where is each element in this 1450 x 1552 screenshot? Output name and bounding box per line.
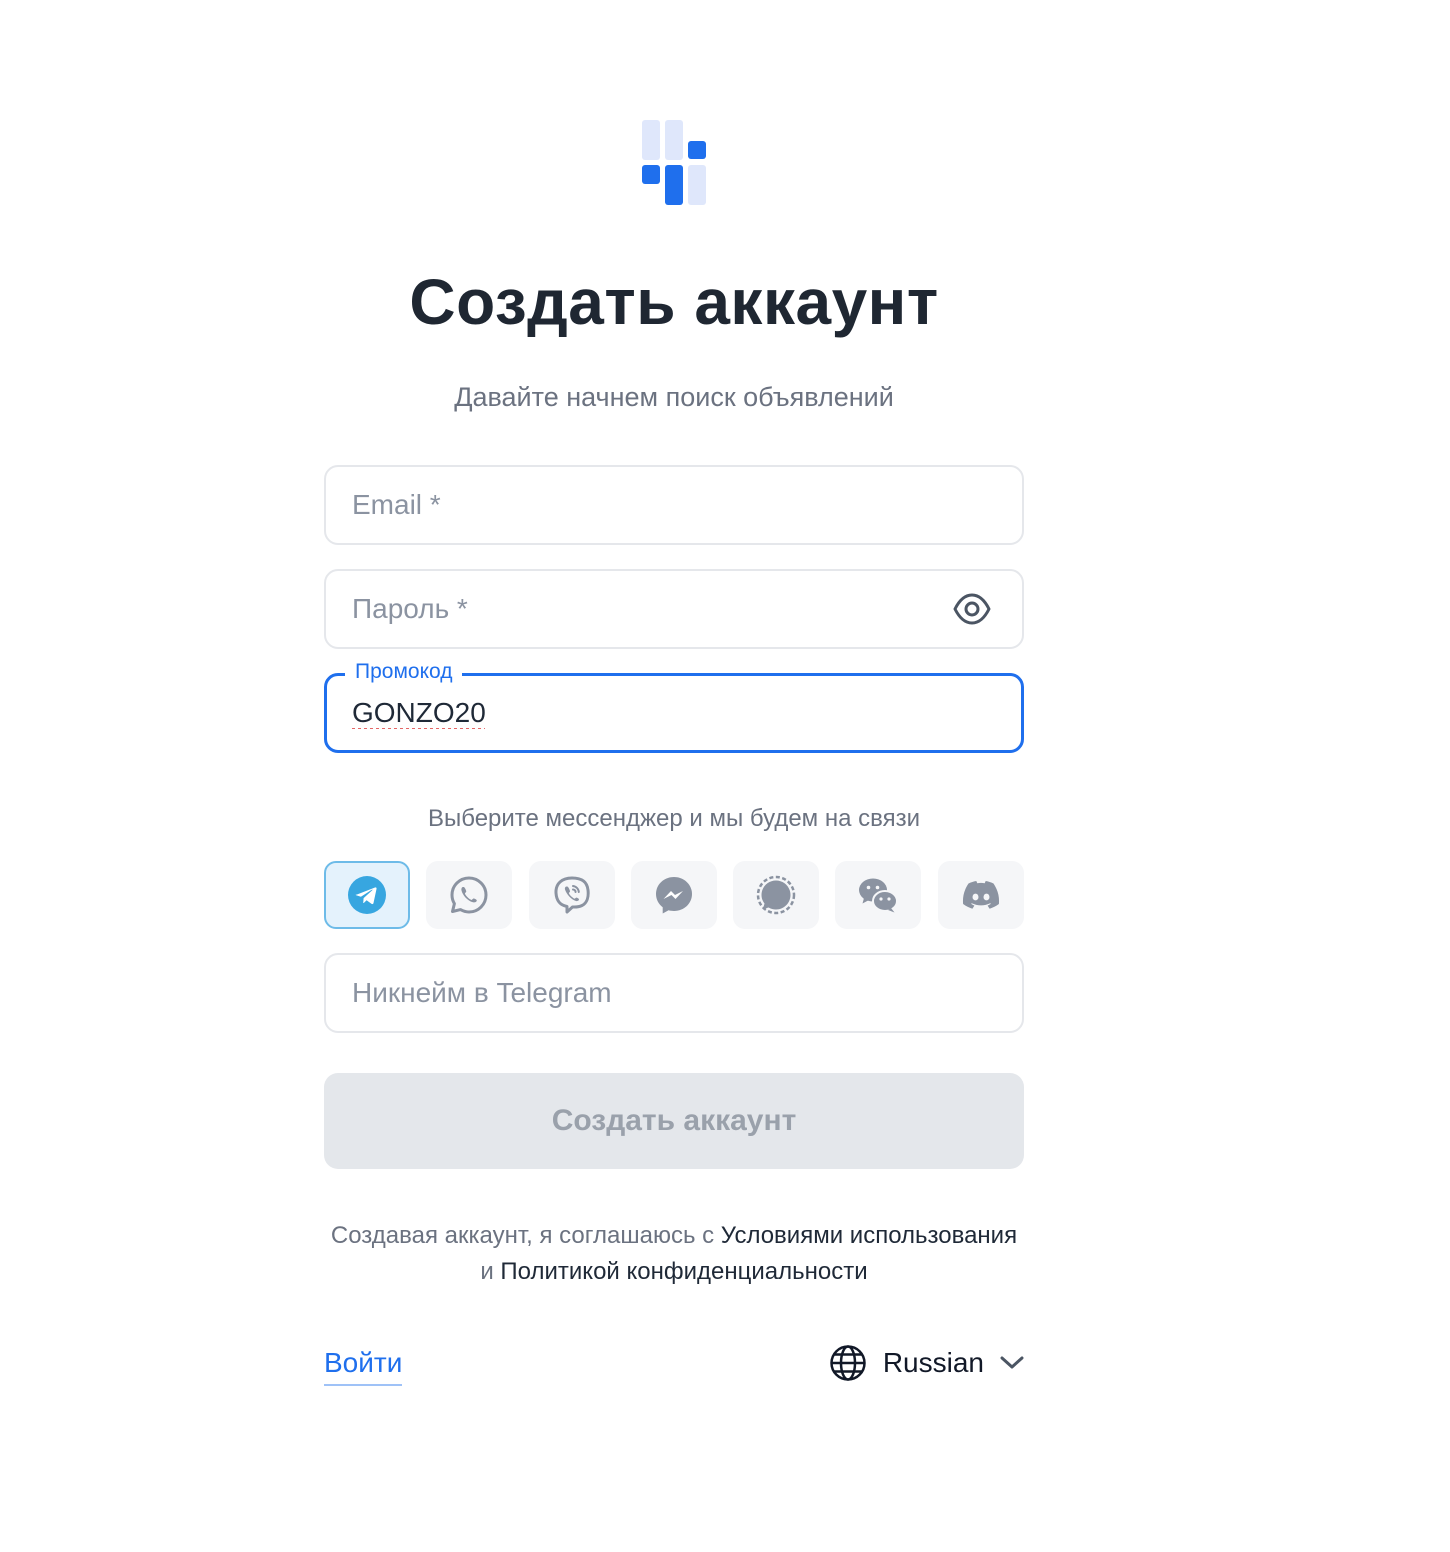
messenger-wechat-button[interactable] bbox=[835, 861, 921, 929]
login-link[interactable]: Войти bbox=[324, 1344, 403, 1386]
nickname-input[interactable] bbox=[352, 955, 932, 1031]
nickname-field bbox=[324, 953, 1024, 1033]
password-input[interactable] bbox=[352, 571, 932, 647]
app-logo bbox=[642, 120, 706, 205]
discord-icon bbox=[962, 881, 1000, 909]
viber-icon bbox=[554, 876, 590, 914]
chevron-down-icon bbox=[1000, 1356, 1024, 1369]
messenger-facebook-button[interactable] bbox=[631, 861, 717, 929]
messenger-telegram-button[interactable] bbox=[324, 861, 410, 929]
messenger-selector bbox=[324, 861, 1024, 929]
messenger-caption: Выберите мессенджер и мы будем на связи bbox=[427, 805, 921, 832]
whatsapp-icon bbox=[450, 876, 488, 914]
promo-input[interactable] bbox=[352, 676, 932, 750]
telegram-icon bbox=[348, 876, 386, 914]
email-input[interactable] bbox=[352, 467, 932, 543]
messenger-whatsapp-button[interactable] bbox=[426, 861, 512, 929]
promo-field: Промокод bbox=[324, 659, 1024, 753]
wechat-icon bbox=[859, 878, 898, 913]
terms-of-use-link[interactable]: Условиями использования bbox=[721, 1222, 1017, 1249]
messenger-signal-button[interactable] bbox=[733, 861, 819, 929]
terms-text: Создавая аккаунт, я соглашаюсь с Условия… bbox=[324, 1218, 1024, 1290]
page-title: Создать аккаунт bbox=[409, 266, 939, 338]
messenger-icon bbox=[656, 877, 692, 914]
globe-icon bbox=[830, 1345, 866, 1381]
terms-conjunction: и bbox=[480, 1258, 501, 1285]
messenger-viber-button[interactable] bbox=[529, 861, 615, 929]
eye-icon[interactable] bbox=[952, 591, 992, 627]
password-field bbox=[324, 569, 1024, 649]
email-field bbox=[324, 465, 1024, 545]
page-subtitle: Давайте начнем поиск объявлений bbox=[454, 382, 894, 412]
privacy-policy-link[interactable]: Политикой конфиденциальности bbox=[500, 1258, 867, 1285]
signal-icon bbox=[756, 875, 796, 915]
messenger-discord-button[interactable] bbox=[938, 861, 1024, 929]
language-selector[interactable]: Russian bbox=[829, 1343, 1024, 1383]
create-account-button[interactable]: Создать аккаунт bbox=[324, 1073, 1024, 1169]
terms-prefix: Создавая аккаунт, я соглашаюсь с bbox=[330, 1222, 721, 1249]
language-label: Russian bbox=[882, 1347, 984, 1378]
